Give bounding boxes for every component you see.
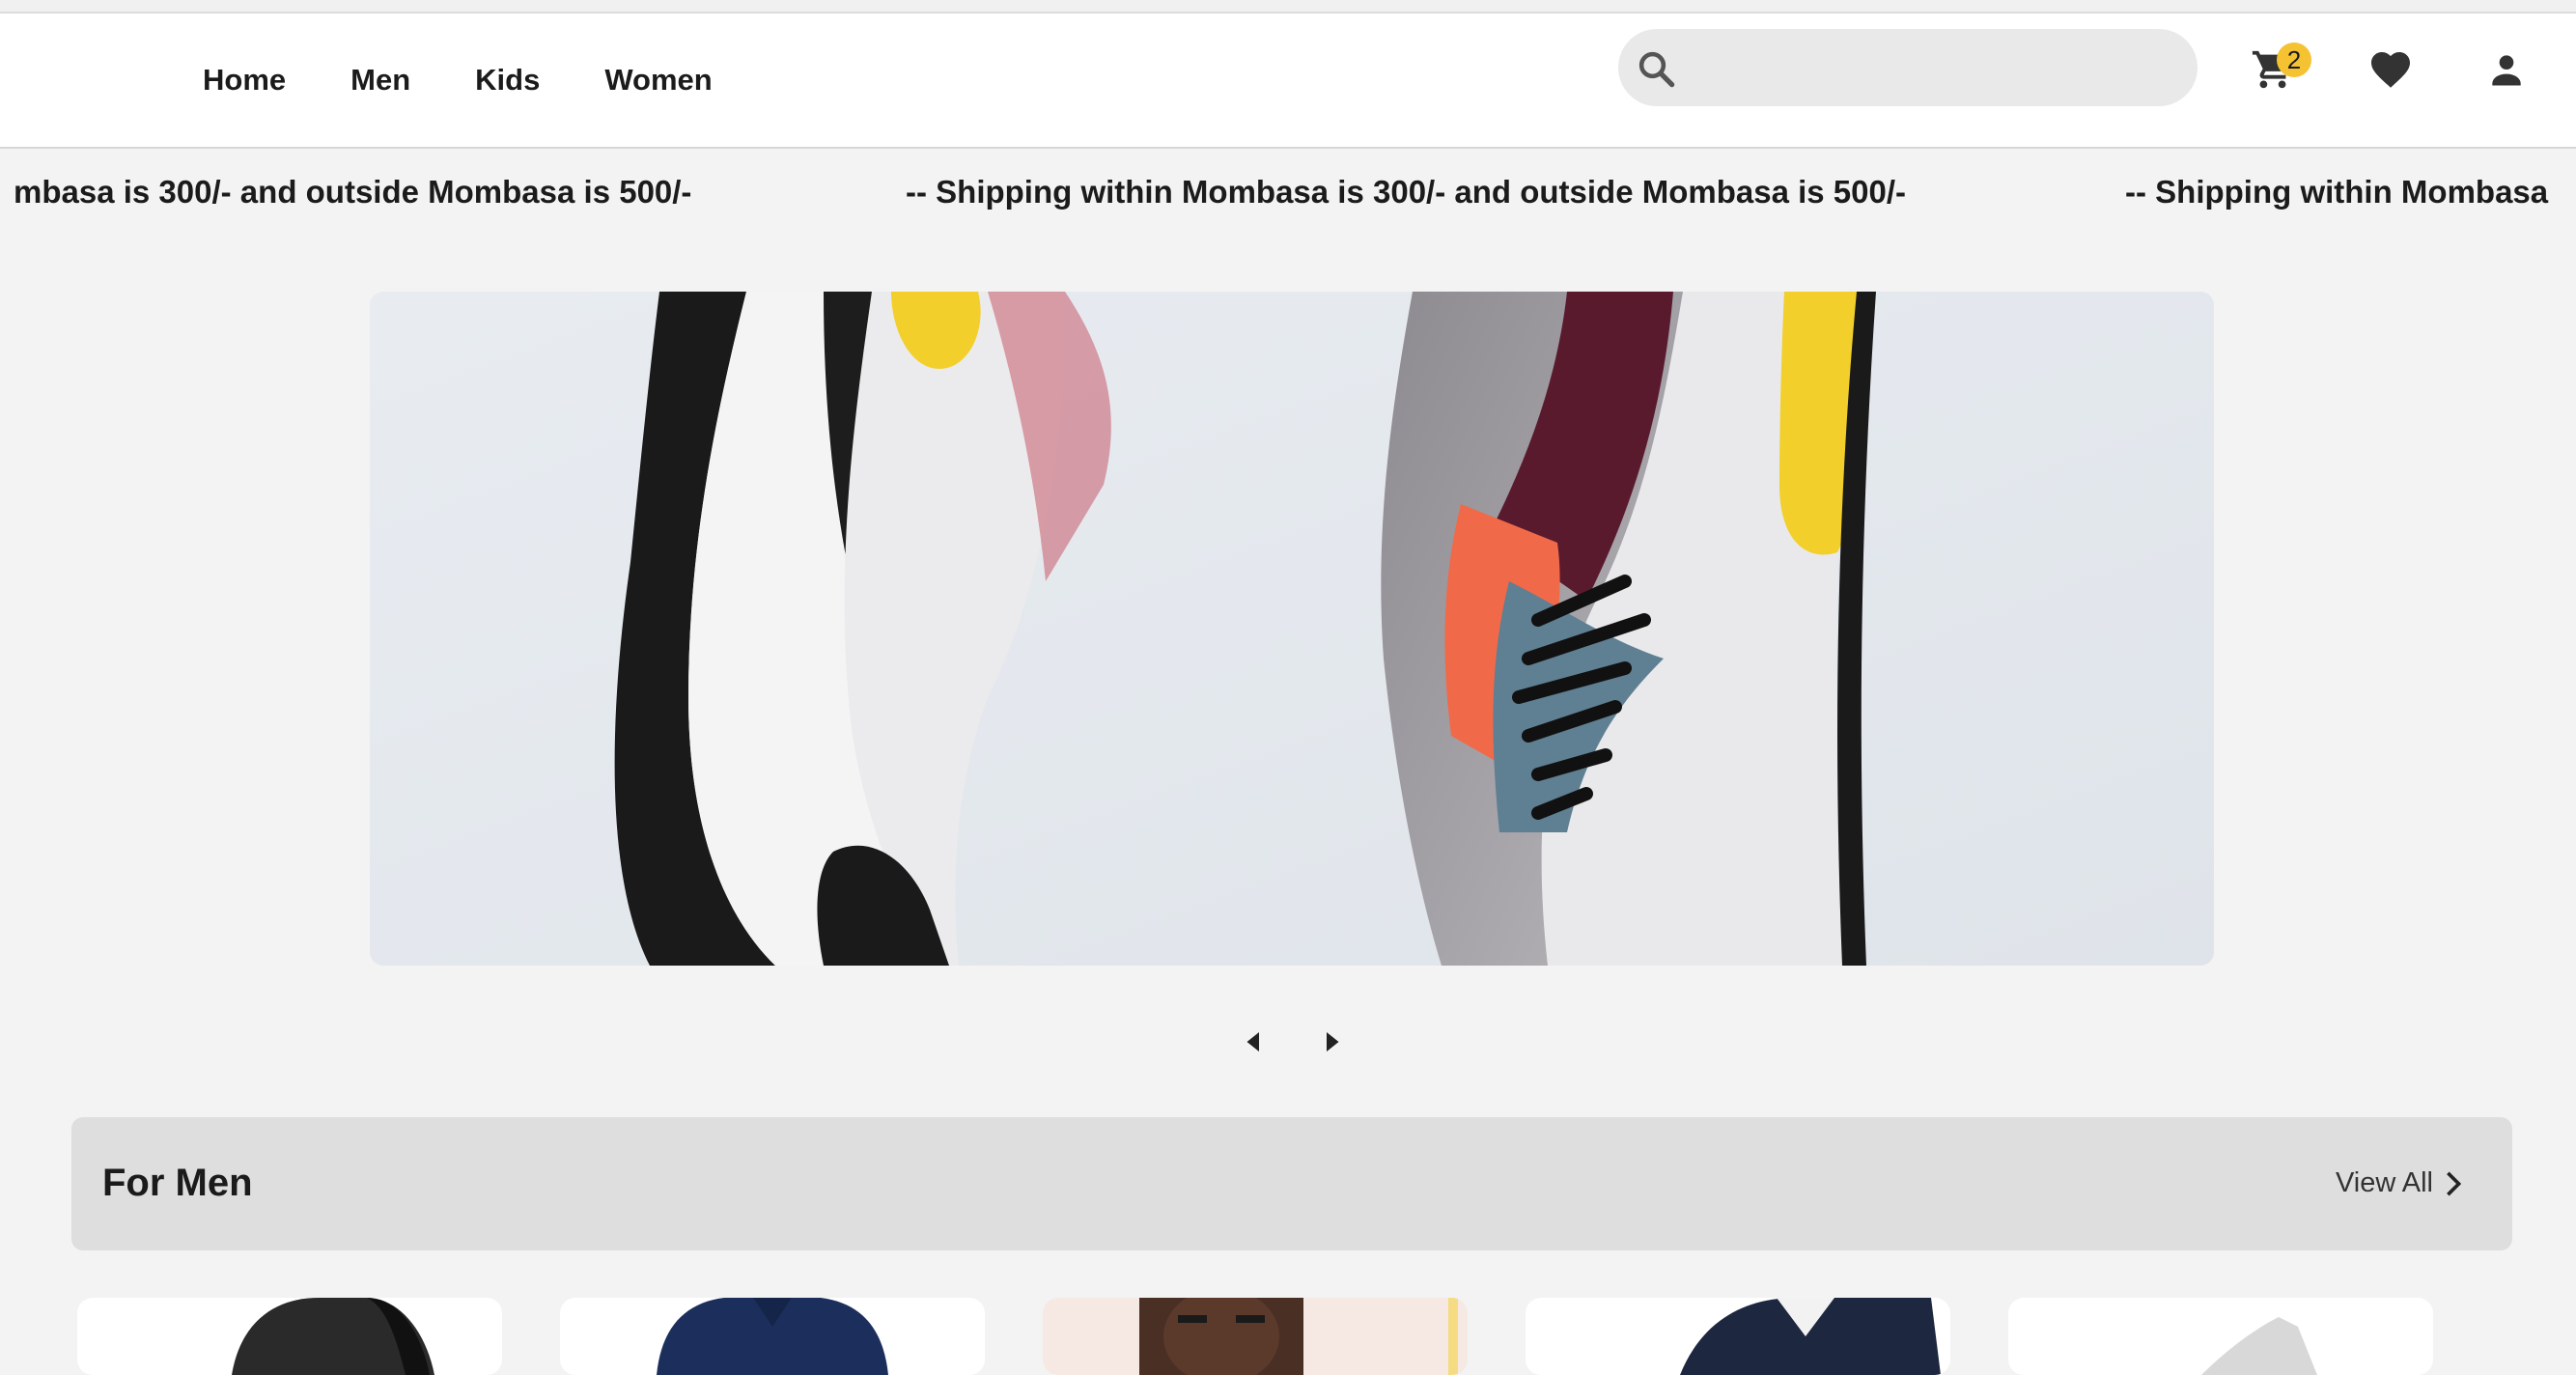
carousel-next-icon[interactable] bbox=[1317, 1027, 1346, 1056]
navy-shirt-image bbox=[657, 1298, 888, 1375]
search-bar[interactable] bbox=[1618, 29, 2198, 106]
search-input[interactable] bbox=[1695, 41, 2182, 97]
top-navbar: Home Men Kids Women 2 bbox=[0, 14, 2576, 149]
main-nav: Home Men Kids Women bbox=[203, 14, 777, 147]
user-icon bbox=[2492, 55, 2521, 86]
product-card-portrait[interactable] bbox=[1043, 1298, 1468, 1375]
account-button[interactable] bbox=[2478, 41, 2535, 98]
nav-men-link[interactable]: Men bbox=[350, 63, 410, 98]
marquee-segment: mbasa is 300/- and outside Mombasa is 50… bbox=[14, 174, 692, 210]
chevron-right-icon bbox=[2447, 1171, 2462, 1195]
browser-top-edge bbox=[0, 0, 2576, 14]
marquee-segment: -- Shipping within Mombasa is 300/- and … bbox=[906, 174, 1907, 210]
shipping-marquee: mbasa is 300/- and outside Mombasa is 50… bbox=[0, 154, 2576, 232]
product-card-white-sneaker[interactable] bbox=[2008, 1298, 2433, 1375]
search-icon bbox=[1638, 51, 1675, 88]
section-title: For Men bbox=[102, 1162, 253, 1204]
nav-women-link[interactable]: Women bbox=[604, 63, 712, 98]
view-all-link[interactable]: View All bbox=[2336, 1167, 2464, 1199]
product-card-navy-shirt[interactable] bbox=[560, 1298, 985, 1375]
hero-banner[interactable] bbox=[370, 292, 2214, 966]
for-men-header: For Men View All bbox=[71, 1117, 2512, 1250]
cart-count-badge: 2 bbox=[2277, 42, 2311, 77]
portrait-image bbox=[1043, 1298, 1468, 1375]
carousel-prev-icon[interactable] bbox=[1240, 1027, 1269, 1056]
product-card-belt[interactable] bbox=[77, 1298, 502, 1375]
belt-image bbox=[232, 1298, 434, 1375]
nav-kids-link[interactable]: Kids bbox=[475, 63, 540, 98]
marquee-segment: -- Shipping within Mombasa bbox=[2125, 174, 2549, 210]
dark-shirts-image bbox=[1680, 1298, 1941, 1375]
white-sneaker-image bbox=[2201, 1317, 2317, 1375]
nav-home-link[interactable]: Home bbox=[203, 63, 286, 98]
product-card-dark-shirts[interactable] bbox=[1526, 1298, 1950, 1375]
sneakers-image bbox=[370, 292, 2214, 966]
heart-icon bbox=[2371, 52, 2410, 88]
wishlist-button[interactable] bbox=[2362, 41, 2420, 98]
view-all-label: View All bbox=[2335, 1167, 2433, 1198]
